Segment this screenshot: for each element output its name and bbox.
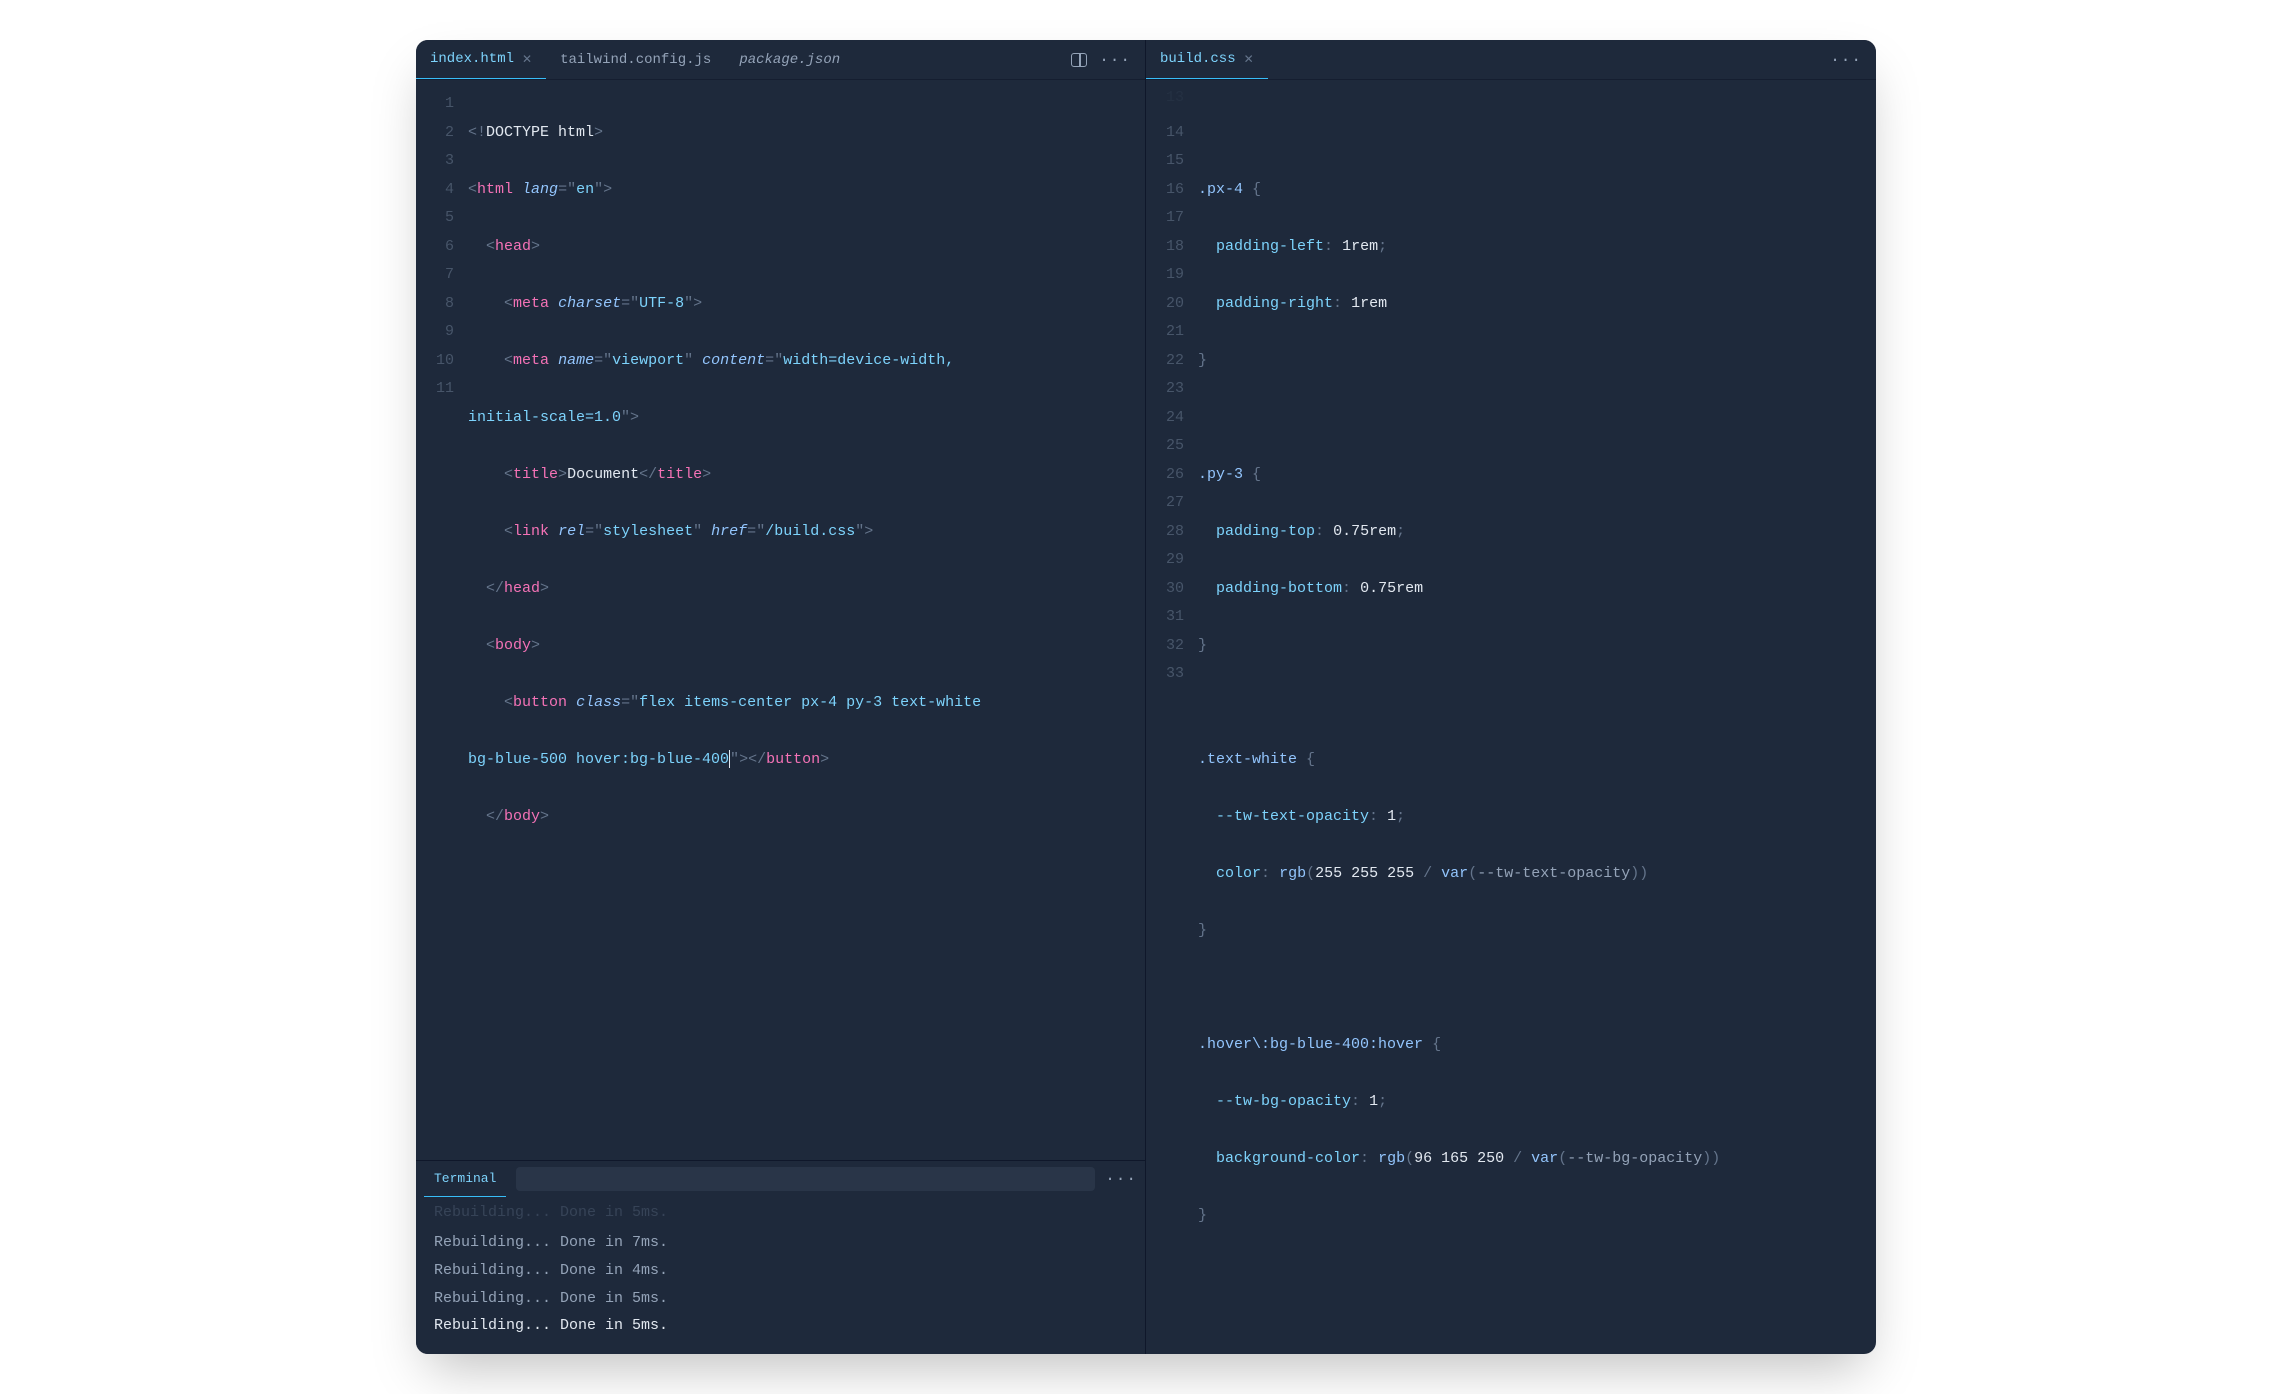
terminal-line: Rebuilding... Done in 5ms. [434,1285,1127,1313]
tab-label: tailwind.config.js [560,52,711,68]
right-pane: build.css ✕ ··· 13 14 15 16 17 18 19 20 … [1146,40,1876,1354]
terminal-tabs: Terminal ··· [416,1161,1145,1197]
tab-label: index.html [430,51,514,67]
tab-build-css[interactable]: build.css ✕ [1146,40,1268,79]
right-tabbar: build.css ✕ ··· [1146,40,1876,80]
tabbar-actions: ··· [1830,51,1876,69]
left-pane: index.html ✕ tailwind.config.js package.… [416,40,1146,1354]
more-icon[interactable]: ··· [1830,51,1862,69]
terminal-line: Rebuilding... Done in 5ms. [434,1199,1127,1227]
terminal-search-input[interactable] [516,1167,1095,1191]
more-icon[interactable]: ··· [1105,1170,1137,1188]
close-icon[interactable]: ✕ [1244,52,1254,67]
terminal-tab[interactable]: Terminal [424,1161,506,1197]
left-code-area[interactable]: 1 2 3 4 5 6 7 8 9 10 11 <!DOCTYPE html> … [416,80,1145,1160]
tab-package-json[interactable]: package.json [725,40,854,79]
split-editor-icon[interactable] [1071,53,1087,67]
tab-index-html[interactable]: index.html ✕ [416,40,546,79]
terminal-line: Rebuilding... Done in 4ms. [434,1257,1127,1285]
tab-label: package.json [739,52,840,68]
gutter: 13 14 15 16 17 18 19 20 21 22 23 24 25 2… [1146,90,1198,1344]
terminal-line: Rebuilding... Done in 7ms. [434,1229,1127,1257]
tab-tailwind-config[interactable]: tailwind.config.js [546,40,725,79]
right-code-area[interactable]: 13 14 15 16 17 18 19 20 21 22 23 24 25 2… [1146,80,1876,1354]
more-icon[interactable]: ··· [1099,51,1131,69]
terminal-body[interactable]: Rebuilding... Done in 5ms. Rebuilding...… [416,1197,1145,1354]
close-icon[interactable]: ✕ [522,52,532,67]
tab-label: build.css [1160,51,1236,67]
code-body: .px-4 { padding-left: 1rem; padding-righ… [1198,90,1876,1344]
gutter: 1 2 3 4 5 6 7 8 9 10 11 [416,90,468,1150]
terminal-line: Rebuilding... Done in 5ms. [434,1312,1127,1340]
tabbar-actions: ··· [1071,51,1145,69]
code-body: <!DOCTYPE html> <html lang="en"> <head> … [468,90,1145,1150]
editor-window: index.html ✕ tailwind.config.js package.… [416,40,1876,1354]
left-tabbar: index.html ✕ tailwind.config.js package.… [416,40,1145,80]
terminal-panel: Terminal ··· Rebuilding... Done in 5ms. … [416,1160,1145,1354]
